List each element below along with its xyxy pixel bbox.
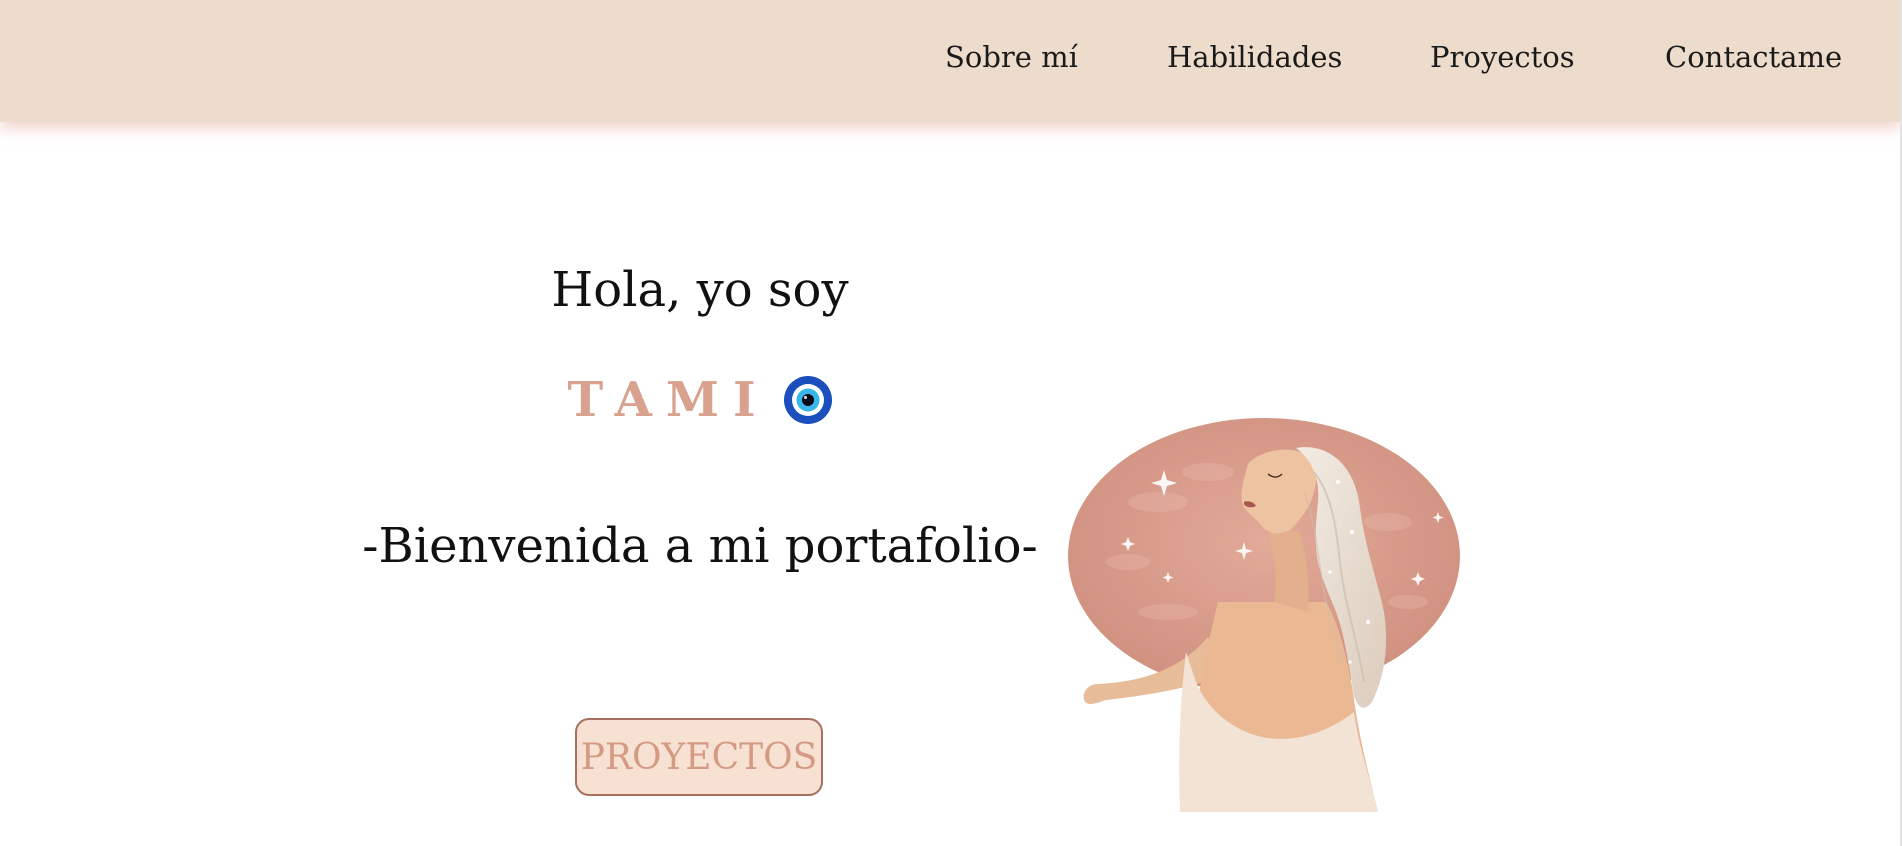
hero-name-row: TAMI: [384, 372, 1016, 428]
woman-portrait-illustration: [1068, 418, 1460, 812]
portfolio-page: Sobre mí Habilidades Proyectos Contactam…: [0, 0, 1902, 846]
hero-tagline: -Bienvenida a mi portafolio-: [362, 518, 1038, 574]
nav-link-sobre-mi[interactable]: Sobre mí: [945, 40, 1078, 74]
hero-greeting: Hola, yo soy: [551, 262, 849, 318]
nav-link-habilidades[interactable]: Habilidades: [1167, 40, 1342, 74]
top-navigation-bar: Sobre mí Habilidades Proyectos Contactam…: [0, 0, 1900, 122]
proyectos-button[interactable]: PROYECTOS: [575, 718, 823, 796]
hero-name: TAMI: [567, 372, 770, 428]
nav-link-proyectos[interactable]: Proyectos: [1430, 40, 1575, 74]
nav-link-contactame[interactable]: Contactame: [1665, 40, 1842, 74]
nazar-evil-eye-icon: [783, 376, 832, 424]
